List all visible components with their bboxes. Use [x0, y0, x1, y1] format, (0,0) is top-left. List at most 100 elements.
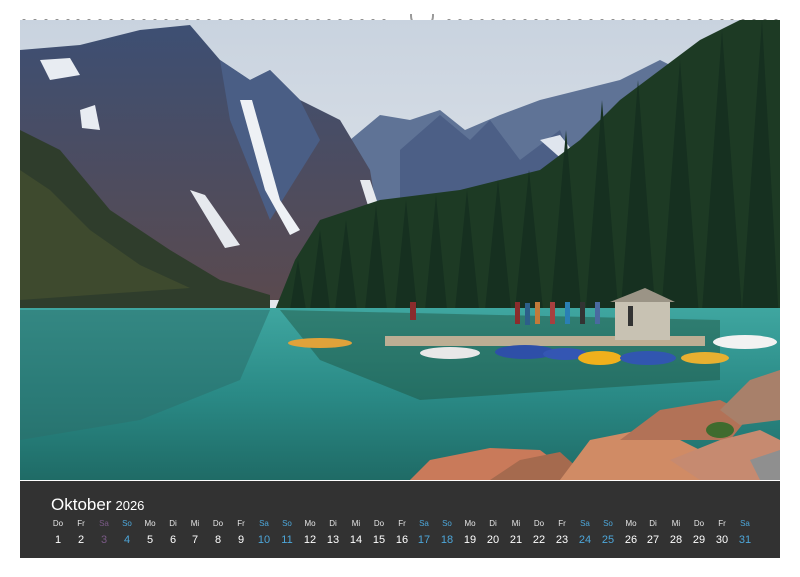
calendar-day: So 18 [436, 519, 458, 547]
weekday-label: Di [489, 519, 497, 528]
calendar-day: Fr 23 [551, 519, 573, 547]
month-title: Oktober 2026 [51, 495, 144, 516]
calendar-day: Mi 21 [505, 519, 527, 547]
weekday-label: Mi [190, 519, 200, 528]
day-number: 1 [54, 534, 62, 546]
day-number: 12 [303, 534, 317, 546]
calendar-day: Fr 16 [391, 519, 413, 547]
day-number: 13 [326, 534, 340, 546]
weekday-label: So [603, 519, 613, 528]
day-number: 15 [372, 534, 386, 546]
weekday-label: Sa [419, 519, 429, 528]
calendar-day: So 11 [276, 519, 298, 547]
day-number: 25 [601, 534, 615, 546]
day-number: 16 [395, 534, 409, 546]
calendar-day: Fr 2 [70, 519, 92, 547]
weekday-label: Sa [740, 519, 750, 528]
day-number: 31 [738, 534, 752, 546]
day-number: 27 [646, 534, 660, 546]
day-number: 2 [77, 534, 85, 546]
day-number: 7 [191, 534, 199, 546]
calendar-day: Mo 12 [299, 519, 321, 547]
calendar-day: Di 27 [642, 519, 664, 547]
calendar-day: Di 13 [322, 519, 344, 547]
weekday-label: Mo [144, 519, 156, 528]
weekday-label: Di [169, 519, 177, 528]
weekday-label: Do [52, 519, 64, 528]
weekday-label: So [122, 519, 132, 528]
weekday-label: Do [533, 519, 545, 528]
day-number: 17 [417, 534, 431, 546]
weekday-label: So [442, 519, 452, 528]
weekday-label: Mi [511, 519, 521, 528]
day-number: 14 [349, 534, 363, 546]
calendar-day: Di 6 [162, 519, 184, 547]
calendar-strip: Oktober 2026 Do 1 Fr 2 Sa 3 So 4 Mo 5 Di 6 Mi 7 Do 8 Fr 9 S… [20, 481, 780, 558]
weekday-label: Fr [77, 519, 85, 528]
day-number: 20 [486, 534, 500, 546]
calendar-day: Di 20 [482, 519, 504, 547]
weekday-label: Do [212, 519, 224, 528]
day-number: 30 [715, 534, 729, 546]
calendar-day: Sa 3 [93, 519, 115, 547]
calendar-day: Sa 31 [734, 519, 756, 547]
lake-mountain-scene [20, 20, 780, 480]
calendar-day: Do 22 [528, 519, 550, 547]
calendar-day: Mi 28 [665, 519, 687, 547]
day-number: 23 [555, 534, 569, 546]
weekday-label: Di [649, 519, 657, 528]
weekday-label: Fr [718, 519, 726, 528]
calendar-day: Mo 26 [620, 519, 642, 547]
calendar-day: Mi 7 [184, 519, 206, 547]
calendar-day: Mi 14 [345, 519, 367, 547]
day-number: 28 [669, 534, 683, 546]
calendar-day: Do 15 [368, 519, 390, 547]
calendar-day: Mo 19 [459, 519, 481, 547]
calendar-day: Do 29 [688, 519, 710, 547]
calendar-day: Sa 24 [574, 519, 596, 547]
weekday-label: Fr [237, 519, 245, 528]
weekday-label: Mo [304, 519, 316, 528]
calendar-day: Sa 17 [413, 519, 435, 547]
weekday-label: Sa [99, 519, 109, 528]
calendar-day: Mo 5 [139, 519, 161, 547]
weekday-label: Do [373, 519, 385, 528]
day-row: Do 1 Fr 2 Sa 3 So 4 Mo 5 Di 6 Mi 7 Do 8 Fr 9 Sa 10 So 11 Mo 12 D… [47, 519, 767, 555]
day-number: 29 [692, 534, 706, 546]
weekday-label: Di [329, 519, 337, 528]
weekday-label: Mo [625, 519, 637, 528]
day-number: 9 [237, 534, 245, 546]
day-number: 8 [214, 534, 222, 546]
weekday-label: Mi [671, 519, 681, 528]
calendar-day: Do 1 [47, 519, 69, 547]
day-number: 18 [440, 534, 454, 546]
day-number: 5 [146, 534, 154, 546]
weekday-label: Sa [580, 519, 590, 528]
calendar-day: Do 8 [207, 519, 229, 547]
day-number: 24 [578, 534, 592, 546]
day-number: 22 [532, 534, 546, 546]
calendar-day: So 4 [116, 519, 138, 547]
day-number: 4 [123, 534, 131, 546]
weekday-label: Mo [464, 519, 476, 528]
year-label: 2026 [115, 498, 145, 513]
day-number: 19 [463, 534, 477, 546]
month-name: Oktober [51, 495, 112, 514]
day-number: 3 [100, 534, 108, 546]
day-number: 10 [257, 534, 271, 546]
weekday-label: Sa [259, 519, 269, 528]
calendar-day: Fr 30 [711, 519, 733, 547]
weekday-label: Fr [558, 519, 566, 528]
weekday-label: So [282, 519, 292, 528]
day-number: 21 [509, 534, 523, 546]
day-number: 6 [169, 534, 177, 546]
calendar-day: Sa 10 [253, 519, 275, 547]
weekday-label: Mi [351, 519, 361, 528]
calendar-day: Fr 9 [230, 519, 252, 547]
weekday-label: Do [693, 519, 705, 528]
weekday-label: Fr [398, 519, 406, 528]
day-number: 26 [624, 534, 638, 546]
landscape-photo [20, 20, 780, 480]
calendar-day: So 25 [597, 519, 619, 547]
day-number: 11 [281, 534, 293, 546]
